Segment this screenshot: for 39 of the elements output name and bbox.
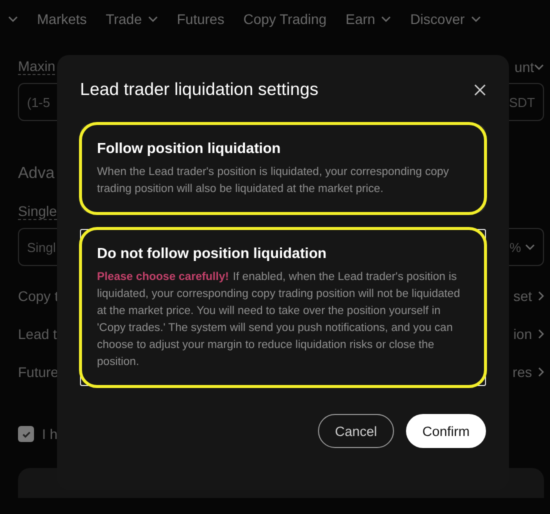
agreement-text: I h	[42, 426, 58, 442]
chevron-down-icon	[470, 16, 481, 22]
option-title: Follow position liquidation	[97, 141, 282, 157]
chevron-down-icon	[381, 16, 392, 22]
chevron-down-icon	[8, 16, 18, 22]
section-title: Adva	[18, 165, 54, 183]
option-card[interactable]: Follow position liquidation When the Lead trader's position is liquidated, your corresponding copy trading position will also be liquidated at the market price.	[80, 124, 486, 213]
chevron-down-icon	[525, 244, 535, 250]
nav-link[interactable]: Copy Trading	[243, 11, 327, 27]
setting-value[interactable]: ion	[513, 326, 532, 342]
chevron-right-icon	[538, 367, 544, 377]
nav-link[interactable]: Futures	[176, 11, 224, 27]
chevron-right-icon	[538, 329, 544, 339]
select-value: Singl	[27, 240, 56, 254]
option-description: Please choose carefully! If enabled, when the Lead trader's position is liquidated, your corresponding copy trading position will not be liquidated at the market price. You will need to take over the position yourself in 'Copy trades.' The system will send you push notifications, and you can choose to adjust your margin to reduce liquidation risks or close the position.	[97, 270, 461, 370]
dialog-button[interactable]: Cancel	[318, 414, 394, 448]
unit-label: %	[509, 240, 521, 254]
option-title: Do not follow position liquidation	[97, 246, 328, 262]
chevron-right-icon	[538, 291, 544, 301]
field-label: unt	[514, 58, 534, 74]
checkmark-icon	[20, 428, 32, 440]
dialog-title: Lead trader liquidation settings	[80, 79, 318, 100]
chevron-down-icon	[148, 16, 158, 22]
placeholder-text: (1-5	[27, 94, 50, 110]
setting-value[interactable]: set	[513, 288, 532, 304]
setting-label: Future	[18, 364, 58, 380]
setting-value[interactable]: res	[512, 364, 532, 380]
nav-link[interactable]: Trade	[106, 11, 142, 27]
setting-label: Lead t	[18, 326, 57, 342]
option-description: When the Lead trader's position is liquidated, your corresponding copy trading position will also be liquidated at the market price.	[97, 165, 450, 197]
checkbox[interactable]	[18, 426, 34, 442]
field-label: Maxin	[18, 58, 56, 75]
nav-link[interactable]: Discover	[410, 11, 465, 27]
chevron-down-icon	[534, 64, 544, 70]
unit-label: SDT	[509, 94, 535, 110]
nav-link[interactable]: Earn	[346, 11, 376, 27]
close-icon[interactable]	[474, 84, 486, 96]
dialog-button[interactable]: Confirm	[406, 414, 486, 448]
nav-link[interactable]: Markets	[37, 11, 87, 27]
